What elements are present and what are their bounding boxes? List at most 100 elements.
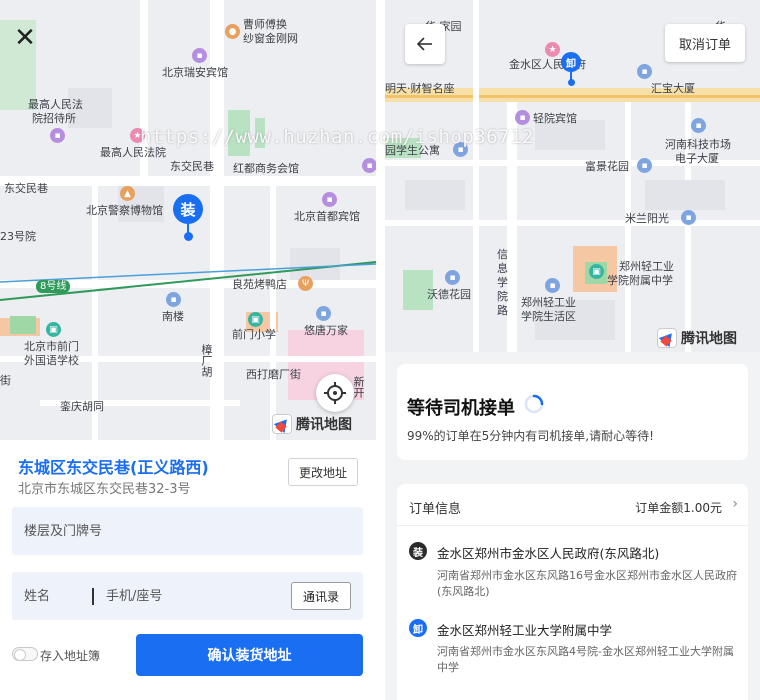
map-label: 学院附属中学 [607,274,673,287]
tencent-map-icon [272,414,292,434]
map-label: 北京首都宾馆 [294,210,360,223]
map-label: 銮庆胡同 [60,400,104,413]
confirm-address-button[interactable]: 确认装货地址 [136,634,363,676]
map-label: 23号院 [0,230,36,243]
arrow-left-icon [416,37,432,51]
map-label: 北京市前门 [24,340,79,353]
save-address-toggle[interactable] [12,647,38,661]
loading-location-pin[interactable]: 装 [173,194,203,242]
stop-name: 金水区郑州轻工业大学附属中学 [437,623,613,638]
school-icon: ▣ [46,322,61,337]
status-card: 等待司机接单 99%的订单在5分钟内有司机接单,请耐心等待! [397,364,748,460]
tencent-map-icon [657,328,677,348]
map-label: 米兰阳光 [625,212,669,225]
map-label: 最高人民法院 [100,146,166,159]
map-label: 樟厂胡 [200,344,213,377]
change-address-button[interactable]: 更改地址 [288,458,358,486]
map-label: 东交民巷 [170,160,214,173]
floor-field [12,507,363,555]
star-icon: ★ [545,42,560,57]
loading-stop-icon: 装 [409,542,427,560]
map-label: 北京警察博物馆 [86,204,163,217]
map-label: 北京瑞安宾馆 [162,66,228,79]
tencent-map-logo: 腾讯地图 [272,414,352,434]
map-label: 曹师傅换 [243,18,287,31]
hotel-icon: ▪ [50,128,65,143]
map-label: 信 [497,248,508,261]
waiting-driver-screen: 华 家园 华 ★ 金水区人民政府 明天·财智名座 ▪ 汇宝大厦 ▪ 轻院宾馆 园… [385,0,760,700]
map-label: 富景花园 [585,160,629,173]
floor-input[interactable] [12,507,363,555]
subway-line-badge: 8号线 [36,280,71,293]
map-label: 学 [497,276,508,289]
map-label: 西打磨厂街 [246,368,301,381]
building-icon: ▪ [453,142,468,157]
building-icon: ▪ [637,64,652,79]
pin-glyph: 卸 [561,52,581,72]
contact-field: 通讯录 [12,572,363,620]
building-icon: ▪ [316,306,331,321]
star-icon: ★ [130,128,145,143]
tencent-map-logo-text: 腾讯地图 [296,417,352,433]
order-info-header[interactable]: 订单信息 订单金额1.00元 › [397,484,748,526]
map-label: 河南科技市场 [665,138,731,151]
crosshair-icon [324,382,346,404]
locate-button[interactable] [316,374,354,412]
map-label: 园学生公寓 [385,144,440,157]
map-label: 最高人民法 [28,98,83,111]
name-input[interactable] [12,572,92,620]
address-subtitle: 北京市东城区东交民巷32-3号 [18,482,191,497]
map-label: 悠唐万家 [304,324,348,337]
map-label: 沃德花园 [427,288,471,301]
map-label: 郑州轻工业 [521,296,576,309]
map-view[interactable]: 华 家园 华 ★ 金水区人民政府 明天·财智名座 ▪ 汇宝大厦 ▪ 轻院宾馆 园… [385,0,760,352]
stop-name: 金水区郑州市金水区人民政府(东风路北) [437,546,660,561]
map-view[interactable]: 曹师傅换 纱窗金刚网 ● 北京瑞安宾馆 ▪ 最高人民法 院招待所 ▪ ★ 最高人… [0,0,376,440]
building-icon: ▪ [445,270,460,285]
map-label: 汇宝大厦 [651,82,695,95]
unloading-location-pin[interactable]: 卸 [561,52,581,88]
hotel-icon: ▪ [362,158,376,173]
order-info-label: 订单信息 [409,502,462,517]
shop-icon: ● [225,24,240,39]
map-label: 街 [0,374,11,387]
address-form: 东城区东交民巷(正义路西) 北京市东城区东交民巷32-3号 更改地址 通讯录 存… [0,440,376,700]
address-title: 东城区东交民巷(正义路西) [18,458,209,477]
map-label: 息 [497,262,508,275]
field-divider [92,588,94,605]
map-label: 郑州轻工业 [619,260,674,273]
hotel-icon: ▪ [515,110,530,125]
building-icon: ▪ [545,278,560,293]
unloading-stop-icon: 卸 [409,619,427,637]
map-label: 院招待所 [32,112,76,125]
chevron-right-icon: › [732,496,738,512]
map-label: 纱窗金刚网 [243,32,298,45]
order-amount: 订单金额1.00元 [635,501,722,515]
close-button[interactable]: ✕ [12,25,38,52]
map-label: 院 [497,290,508,303]
building-icon: ▪ [681,210,696,225]
order-info-card: 订单信息 订单金额1.00元 › 装 金水区郑州市金水区人民政府(东风路北) 河… [397,484,748,700]
cancel-order-button[interactable]: 取消订单 [665,24,745,62]
status-note: 99%的订单在5分钟内有司机接单,请耐心等待! [407,429,654,443]
stop-detail: 河南省郑州市金水区东风路16号金水区郑州市金水区人民政府(东风路北) [437,569,737,598]
building-icon: ▪ [637,158,652,173]
phone-input[interactable] [98,572,288,620]
loading-address-screen: 曹师傅换 纱窗金刚网 ● 北京瑞安宾馆 ▪ 最高人民法 院招待所 ▪ ★ 最高人… [0,0,376,700]
tencent-map-logo: 腾讯地图 [657,328,737,348]
map-label: 明天·财智名座 [385,82,455,95]
map-label: 电子大厦 [675,152,719,165]
contacts-button[interactable]: 通讯录 [291,582,351,610]
map-label: 良苑烤鸭店 [232,278,287,291]
restaurant-icon: Ψ [298,276,313,291]
map-label: 轻院宾馆 [533,112,577,125]
back-button[interactable] [405,24,445,64]
building-icon: ▪ [691,118,706,133]
map-label: 东交民巷 [4,182,48,195]
school-icon: ▣ [589,264,604,279]
save-address-label: 存入地址簿 [40,649,101,663]
map-label: 外国语学校 [24,354,79,367]
map-label: 红都商务会馆 [233,162,299,175]
map-label: 学院生活区 [521,310,576,323]
map-label: 前门小学 [232,328,276,341]
